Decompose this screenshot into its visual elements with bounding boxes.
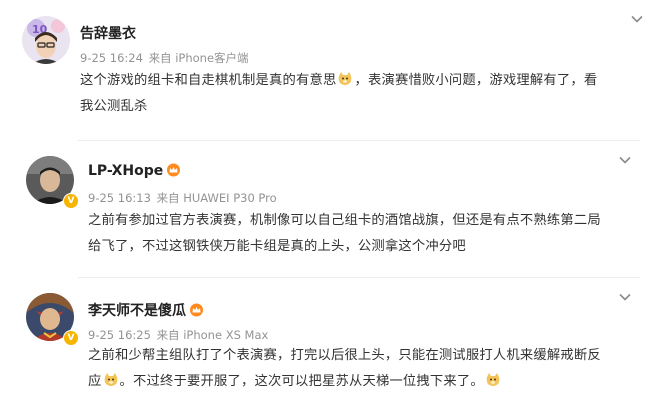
comment-feed: 10 告辞墨衣 9-25 16:24 来自 iPhone客户端 这个游戏的组卡和…	[0, 0, 662, 401]
comment-source: 来自 HUAWEI P30 Pro	[156, 191, 277, 205]
chevron-down-icon[interactable]	[618, 153, 632, 167]
username[interactable]: LP-XHope	[88, 163, 181, 179]
username[interactable]: 告辞墨衣	[80, 23, 136, 43]
comment-text-part: 之前和少帮主组队打了个表演赛，打完以后很上头，只能在测试服打人机来缓解戒断反	[88, 348, 601, 363]
verified-badge: V	[63, 193, 79, 209]
comment-time: 9-25 16:24	[80, 51, 143, 65]
chevron-down-icon[interactable]	[630, 12, 644, 26]
comment-text-part: 。不过终于要开服了，这次可以把星苏从天梯一位拽下来了。	[119, 374, 484, 389]
avatar[interactable]: 10	[22, 16, 70, 64]
comment-text-part: 我公测乱杀	[80, 99, 148, 114]
comment-text: 这个游戏的组卡和自走棋机制是真的有意思 ，表演赛惜败小问题，游戏理解有了，看我公测…	[80, 68, 650, 120]
comment-text-part: 这个游戏的组卡和自走棋机制是真的有意思	[80, 73, 337, 88]
comment-text-part: 应	[88, 374, 102, 389]
comment-text-part: ，表演赛惜败小问题，游戏理解有了，看	[354, 73, 598, 88]
username-text: 李天师不是傻瓜	[88, 303, 186, 319]
comment-text-part: 之前有参加过官方表演赛，机制像可以自己组卡的酒馆战旗，但还是有点不熟练第二局	[88, 213, 601, 228]
comment-meta: 9-25 16:25 来自 iPhone XS Max	[88, 327, 270, 343]
chevron-down-icon[interactable]	[618, 290, 632, 304]
crown-icon	[167, 163, 181, 177]
comment-meta: 9-25 16:13 来自 HUAWEI P30 Pro	[88, 190, 279, 206]
doge-emoji	[339, 72, 352, 85]
comment-text: 之前有参加过官方表演赛，机制像可以自己组卡的酒馆战旗，但还是有点不熟练第二局 给飞…	[88, 208, 648, 260]
comment-item: V LP-XHope 9-25 16:13 来自 HUAWEI P30 Pro …	[0, 140, 662, 280]
comment-text-part: 给飞了，不过这钢铁侠万能卡组是真的上头，公测拿这个冲分吧	[88, 239, 466, 254]
username-text: LP-XHope	[88, 163, 164, 179]
comment-text: 之前和少帮主组队打了个表演赛，打完以后很上头，只能在测试服打人机来缓解戒断反应 。…	[88, 343, 648, 395]
crown-icon	[190, 303, 203, 317]
verified-badge: V	[63, 330, 79, 346]
comment-meta: 9-25 16:24 来自 iPhone客户端	[80, 50, 251, 66]
comment-source: 来自 iPhone客户端	[148, 51, 249, 65]
doge-emoji	[104, 373, 117, 386]
comment-item: 10 告辞墨衣 9-25 16:24 来自 iPhone客户端 这个游戏的组卡和…	[0, 0, 662, 140]
comment-item: V 李天师不是傻瓜 9-25 16:25 来自 iPhone XS Max 之前…	[0, 277, 662, 401]
comment-source: 来自 iPhone XS Max	[156, 328, 269, 342]
username[interactable]: 李天师不是傻瓜	[88, 300, 204, 320]
comment-time: 9-25 16:13	[88, 191, 151, 205]
doge-emoji	[486, 373, 500, 386]
comment-time: 9-25 16:25	[88, 328, 151, 342]
